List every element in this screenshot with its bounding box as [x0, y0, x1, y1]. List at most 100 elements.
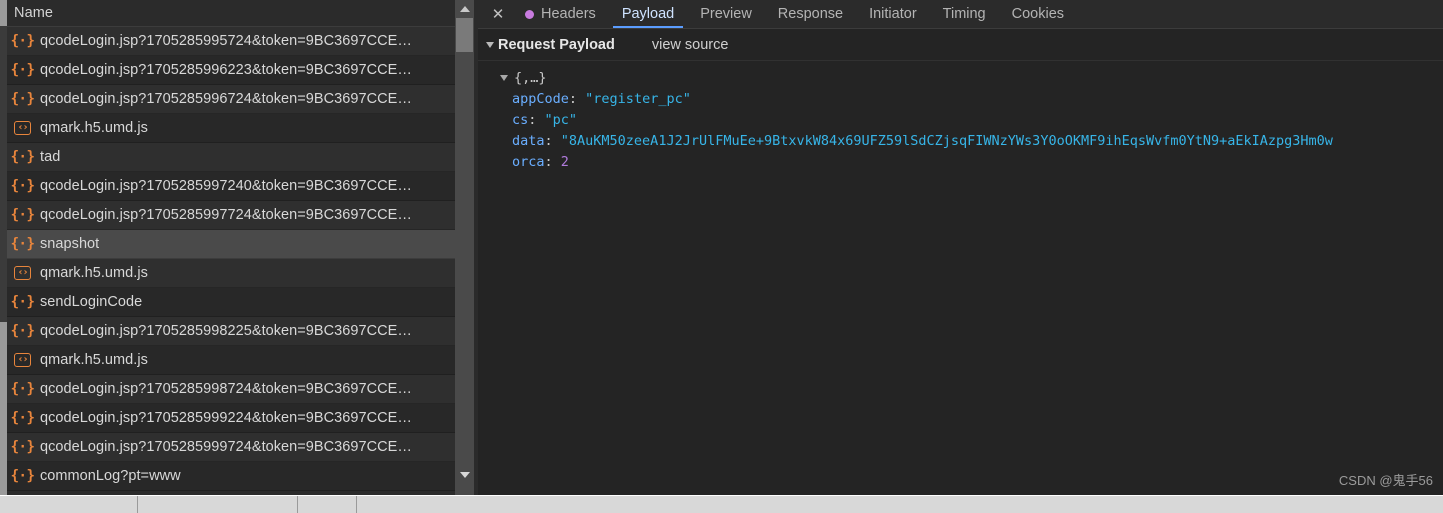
xhr-icon — [14, 236, 31, 253]
tab-label: Response — [777, 6, 844, 22]
xhr-icon — [14, 294, 31, 311]
request-name: qcodeLogin.jsp?1705285997724&token=9BC36… — [40, 207, 412, 223]
xhr-icon — [14, 410, 31, 427]
table-row[interactable]: tad — [0, 143, 474, 172]
status-segment-2 — [138, 496, 298, 513]
network-request-list: Name qcodeLogin.jsp?1705285995724&token=… — [0, 0, 474, 495]
scrollbar-thumb[interactable] — [456, 18, 473, 52]
tab-response[interactable]: Response — [765, 0, 856, 28]
xhr-icon — [14, 381, 31, 398]
scroll-up-button[interactable] — [455, 0, 474, 17]
tab-preview[interactable]: Preview — [687, 0, 765, 28]
column-header-name[interactable]: Name — [14, 5, 53, 21]
table-row[interactable]: snapshot — [0, 230, 474, 259]
payload-value: 2 — [560, 154, 569, 170]
payload-root-node[interactable]: {,…} — [478, 68, 1443, 89]
payload-value: "register_pc" — [585, 91, 691, 107]
table-row[interactable]: qcodeLogin.jsp?1705285997724&token=9BC36… — [0, 201, 474, 230]
script-icon — [14, 266, 31, 280]
section-title[interactable]: Request Payload — [498, 37, 615, 53]
payload-value: "pc" — [544, 112, 578, 128]
table-row[interactable]: sendLoginCode — [0, 288, 474, 317]
collapse-triangle-icon[interactable] — [486, 41, 494, 48]
payload-property[interactable]: appCode: "register_pc" — [478, 89, 1443, 110]
script-icon — [14, 121, 31, 135]
view-source-link[interactable]: view source — [652, 37, 729, 53]
payload-value: "8AuKM50zeeA1J2JrUlFMuEe+9BtxvkW84x69UFZ… — [560, 133, 1333, 149]
tab-headers[interactable]: Headers — [512, 0, 609, 28]
payload-key: orca — [512, 154, 545, 170]
request-name: qcodeLogin.jsp?1705285999724&token=9BC36… — [40, 439, 412, 455]
tab-initiator[interactable]: Initiator — [856, 0, 930, 28]
payload-key: cs — [512, 112, 529, 128]
tab-label: Payload — [621, 6, 675, 22]
table-row[interactable]: qmark.h5.umd.js — [0, 346, 474, 375]
request-name: qmark.h5.umd.js — [40, 265, 148, 281]
scroll-down-button[interactable] — [455, 466, 474, 483]
xhr-icon — [14, 468, 31, 485]
tab-label: Initiator — [869, 6, 917, 22]
xhr-icon — [14, 439, 31, 456]
table-row[interactable]: qmark.h5.umd.js — [0, 259, 474, 288]
xhr-icon — [14, 33, 31, 50]
panel-left-edge-shadow — [0, 26, 7, 322]
request-name: qcodeLogin.jsp?1705285998724&token=9BC36… — [40, 381, 412, 397]
xhr-icon — [14, 323, 31, 340]
request-name: qmark.h5.umd.js — [40, 352, 148, 368]
tab-label: Cookies — [1011, 6, 1065, 22]
status-segment-4 — [357, 496, 1443, 513]
request-name: qcodeLogin.jsp?1705285996223&token=9BC36… — [40, 62, 412, 78]
status-dot-icon — [525, 9, 534, 19]
table-row[interactable]: qcodeLogin.jsp?1705285996724&token=9BC36… — [0, 85, 474, 114]
payload-colon: : — [528, 112, 545, 128]
status-bar — [0, 495, 1443, 513]
request-list-header: Name — [0, 0, 474, 27]
request-rows: qcodeLogin.jsp?1705285995724&token=9BC36… — [0, 27, 474, 495]
payload-key: appCode — [512, 91, 569, 107]
tab-timing[interactable]: Timing — [930, 0, 999, 28]
payload-property[interactable]: cs: "pc" — [478, 110, 1443, 131]
table-row[interactable]: qcodeLogin.jsp?1705285999724&token=9BC36… — [0, 433, 474, 462]
request-name: qmark.h5.umd.js — [40, 120, 148, 136]
xhr-icon — [14, 178, 31, 195]
payload-colon: : — [568, 91, 586, 107]
tab-label: Timing — [942, 6, 986, 22]
request-name: qcodeLogin.jsp?1705285996724&token=9BC36… — [40, 91, 412, 107]
table-row[interactable]: qmark.h5.umd.js — [0, 114, 474, 143]
table-row[interactable]: commonLog?pt=www — [0, 462, 474, 491]
xhr-icon — [14, 91, 31, 108]
request-name: qcodeLogin.jsp?1705285998225&token=9BC36… — [40, 323, 412, 339]
table-row[interactable]: qcodeLogin.jsp?1705285997240&token=9BC36… — [0, 172, 474, 201]
object-preview: {,…} — [514, 70, 547, 86]
status-segment-3 — [298, 496, 357, 513]
table-row[interactable]: qcodeLogin.jsp?1705285995724&token=9BC36… — [0, 27, 474, 56]
close-icon[interactable]: ✕ — [484, 0, 512, 28]
xhr-icon — [14, 149, 31, 166]
disclosure-triangle-icon[interactable] — [500, 75, 508, 81]
payload-tree: {,…} appCode: "register_pc" cs: "pc" data:… — [478, 61, 1443, 495]
table-row[interactable]: qcodeLogin.jsp?1705285996223&token=9BC36… — [0, 56, 474, 85]
request-name: tad — [40, 149, 61, 165]
payload-property[interactable]: orca: 2 — [478, 152, 1443, 173]
payload-colon: : — [544, 133, 561, 149]
request-name: commonLog?pt=www — [40, 468, 181, 484]
payload-colon: : — [544, 154, 561, 170]
table-row[interactable]: qcodeLogin.jsp?1705285998724&token=9BC36… — [0, 375, 474, 404]
request-name: snapshot — [40, 236, 100, 252]
devtools-network-panel: Name qcodeLogin.jsp?1705285995724&token=… — [0, 0, 1443, 513]
tab-cookies[interactable]: Cookies — [999, 0, 1077, 28]
tab-payload[interactable]: Payload — [609, 0, 687, 28]
request-list-scrollbar[interactable] — [455, 0, 474, 495]
table-row[interactable]: qcodeLogin.jsp?1705285998225&token=9BC36… — [0, 317, 474, 346]
request-name: qcodeLogin.jsp?1705285995724&token=9BC36… — [40, 33, 412, 49]
payload-key: data — [512, 133, 545, 149]
chevron-down-icon — [459, 471, 470, 478]
request-name: qcodeLogin.jsp?1705285997240&token=9BC36… — [40, 178, 412, 194]
detail-tabbar: ✕ Headers Payload Preview Response Initiator… — [478, 0, 1443, 29]
request-name: sendLoginCode — [40, 294, 143, 310]
table-row[interactable]: qcodeLogin.jsp?1705285999224&token=9BC36… — [0, 404, 474, 433]
request-name: qcodeLogin.jsp?1705285999224&token=9BC36… — [40, 410, 412, 426]
payload-property[interactable]: data: "8AuKM50zeeA1J2JrUlFMuEe+9BtxvkW84… — [478, 131, 1443, 152]
script-icon — [14, 353, 31, 367]
xhr-icon — [14, 62, 31, 79]
